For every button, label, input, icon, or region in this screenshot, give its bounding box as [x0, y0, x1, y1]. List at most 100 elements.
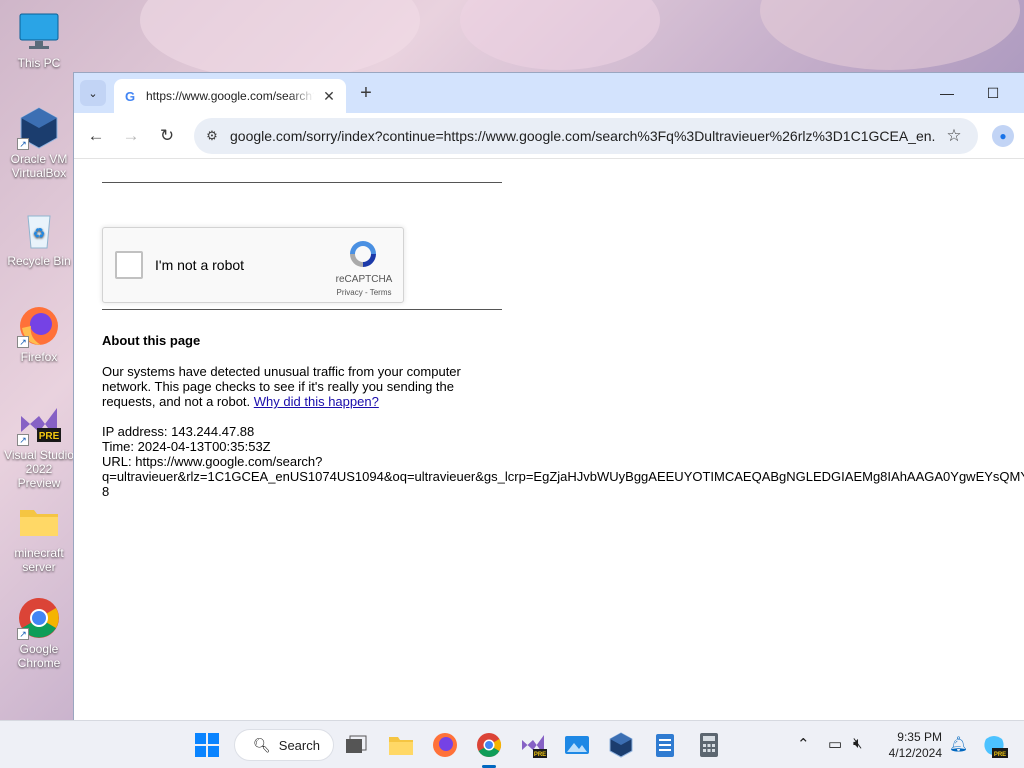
taskbar-firefox[interactable]: [431, 731, 459, 759]
taskbar-notepad[interactable]: [651, 731, 679, 759]
reload-icon: ↻: [159, 126, 175, 145]
desktop-icon-label: Oracle VM VirtualBox: [10, 152, 68, 180]
svg-text:♻: ♻: [33, 225, 46, 241]
desktop-icon-minecraft-server[interactable]: minecraft server: [4, 500, 74, 574]
windows-logo-icon: [195, 733, 219, 757]
photos-icon: [565, 736, 589, 754]
shortcut-arrow-icon: ↗: [17, 336, 29, 348]
virtualbox-icon: ↗: [17, 106, 61, 150]
taskbar-visual-studio[interactable]: PRE: [519, 731, 547, 759]
bookmark-star-icon[interactable]: ☆: [936, 126, 972, 146]
desktop-icon-label: Recycle Bin: [7, 254, 71, 268]
divider: [102, 182, 502, 183]
chrome-icon: [477, 733, 502, 758]
tab-title: https://www.google.com/search?q=ultravie…: [146, 89, 314, 103]
wallpaper-blob: [460, 0, 660, 70]
copilot-preview-button[interactable]: PRE: [980, 731, 1008, 759]
close-tab-icon[interactable]: ✕: [320, 88, 338, 105]
notification-bell-icon[interactable]: 🔔︎: [949, 735, 968, 753]
recaptcha-label: I'm not a robot: [155, 257, 245, 273]
firefox-icon: ↗: [17, 304, 61, 348]
desktop-icon-this-pc[interactable]: This PC: [4, 10, 74, 70]
taskbar: 🔍︎ Search PRE ⌃ ▭ 🔇︎ 9:35 PM 4/12/2024 🔔…: [0, 720, 1024, 768]
divider: [102, 309, 502, 310]
shortcut-arrow-icon: ↗: [17, 628, 29, 640]
wallpaper-blob: [140, 0, 420, 80]
calculator-icon: [700, 733, 718, 757]
firefox-icon: [433, 733, 457, 757]
tab-strip: ⌄ G https://www.google.com/search?q=ultr…: [74, 73, 1024, 113]
taskbar-search[interactable]: 🔍︎ Search: [234, 729, 334, 761]
copilot-icon: PRE: [984, 736, 1008, 758]
desktop-icon-firefox[interactable]: ↗ Firefox: [4, 304, 74, 364]
taskbar-chrome[interactable]: [475, 731, 503, 759]
search-icon: 🔍︎: [253, 736, 271, 753]
desktop-icon-label: This PC: [17, 56, 61, 70]
profile-avatar-icon[interactable]: ●: [992, 125, 1014, 147]
desktop-icon-label: Google Chrome: [17, 642, 61, 670]
wallpaper-blob: [760, 0, 1020, 70]
desktop-icon-label: Firefox: [20, 350, 58, 364]
visual-studio-icon: PRE: [522, 735, 547, 758]
volume-muted-icon[interactable]: 🔇︎: [853, 735, 862, 752]
virtualbox-icon: [609, 732, 633, 758]
url-line-end: 8: [102, 484, 110, 499]
task-view-button[interactable]: [342, 731, 370, 759]
svg-text:PRE: PRE: [534, 752, 546, 758]
recycle-bin-icon: ♻: [17, 208, 61, 252]
time-line: Time: 2024-04-13T00:35:53Z: [102, 439, 271, 454]
chevron-down-icon: ⌄: [88, 87, 98, 100]
forward-button[interactable]: →: [117, 122, 145, 150]
notepad-icon: [656, 734, 674, 757]
taskbar-file-explorer[interactable]: [387, 731, 415, 759]
back-button[interactable]: ←: [82, 122, 110, 150]
desktop-icon-recycle-bin[interactable]: ♻ Recycle Bin: [4, 208, 74, 268]
tab-active[interactable]: G https://www.google.com/search?q=ultrav…: [114, 79, 346, 113]
recaptcha-brand: reCAPTCHA: [335, 274, 393, 285]
arrow-left-icon: ←: [87, 126, 105, 145]
monitor-icon: [17, 10, 61, 54]
address-bar[interactable]: ⚙ google.com/sorry/index?continue=https:…: [194, 118, 978, 154]
request-info: IP address: 143.244.47.88 Time: 2024-04-…: [102, 424, 1024, 499]
new-tab-button[interactable]: +: [354, 82, 378, 106]
desktop-icon-label: minecraft server: [14, 546, 64, 574]
taskbar-photos[interactable]: [563, 731, 591, 759]
search-label: Search: [278, 737, 320, 753]
clock-time: 9:35 PM: [897, 730, 942, 744]
folder-icon: [389, 737, 413, 755]
tab-search-button[interactable]: ⌄: [80, 80, 106, 106]
why-did-this-happen-link[interactable]: Why did this happen?: [254, 394, 379, 409]
task-view-icon: [346, 735, 367, 753]
maximize-button[interactable]: ☐: [970, 79, 1016, 107]
taskbar-calculator[interactable]: [695, 731, 723, 759]
site-info-icon[interactable]: ⚙: [194, 128, 230, 144]
taskbar-clock[interactable]: 9:35 PM 4/12/2024: [884, 729, 942, 761]
chevron-up-icon[interactable]: ⌃: [797, 735, 810, 753]
about-paragraph: Our systems have detected unusual traffi…: [102, 364, 482, 409]
reload-button[interactable]: ↻: [153, 122, 181, 150]
recaptcha-privacy-terms-links[interactable]: Privacy - Terms: [329, 288, 399, 297]
chrome-window: ⌄ G https://www.google.com/search?q=ultr…: [73, 72, 1024, 720]
taskbar-virtualbox[interactable]: [607, 731, 635, 759]
recaptcha-checkbox[interactable]: [115, 251, 143, 279]
recaptcha-logo-icon: [350, 241, 376, 267]
about-heading: About this page: [102, 333, 201, 348]
desktop-icon-visual-studio[interactable]: PRE ↗ Visual Studio 2022 Preview: [4, 402, 74, 490]
google-favicon-icon: G: [124, 88, 136, 104]
shortcut-arrow-icon: ↗: [17, 138, 29, 150]
desktop-icon-virtualbox[interactable]: ↗ Oracle VM VirtualBox: [4, 106, 74, 180]
minimize-button[interactable]: —: [924, 79, 970, 107]
arrow-right-icon: →: [122, 126, 140, 145]
desktop-icon-label: Visual Studio 2022 Preview: [4, 448, 74, 490]
desktop-icon-google-chrome[interactable]: ↗ Google Chrome: [4, 596, 74, 670]
page-content: I'm not a robot reCAPTCHA Privacy - Term…: [74, 159, 1024, 720]
chrome-icon: ↗: [17, 596, 61, 640]
url-line-query: q=ultravieuer&rlz=1C1GCEA_enUS1074US1094…: [102, 469, 1024, 484]
start-button[interactable]: [193, 731, 221, 759]
toolbar: ← → ↻ ⚙ google.com/sorry/index?continue=…: [74, 113, 1024, 159]
address-bar-url[interactable]: google.com/sorry/index?continue=https://…: [230, 128, 936, 144]
network-icon[interactable]: ▭: [828, 735, 842, 753]
visual-studio-icon: PRE ↗: [17, 402, 61, 446]
ip-address-line: IP address: 143.244.47.88: [102, 424, 255, 439]
url-line: URL: https://www.google.com/search?: [102, 454, 323, 469]
